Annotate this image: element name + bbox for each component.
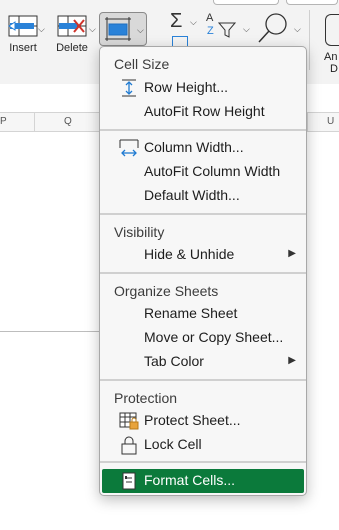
menu-item-autofit-row-height[interactable]: AutoFit Row Height (102, 100, 304, 124)
lock-icon (121, 436, 137, 455)
rename-sheet-label: Rename Sheet (144, 305, 238, 321)
sort-filter-icon[interactable]: A Z (206, 12, 242, 42)
column-separator[interactable] (307, 113, 308, 131)
menu-item-lock-cell[interactable]: Lock Cell (102, 433, 304, 457)
menu-separator (100, 379, 306, 381)
menu-separator (100, 272, 306, 274)
ribbon-top-control-2[interactable] (286, 0, 338, 5)
autofit-row-height-label: AutoFit Row Height (144, 103, 265, 119)
sort-a-label: A (206, 12, 214, 24)
submenu-arrow-icon: ▶ (288, 248, 296, 259)
menu-separator (100, 213, 306, 215)
format-cells-dialog-icon (122, 472, 136, 490)
filter-icon (218, 22, 236, 38)
move-copy-sheet-label: Move or Copy Sheet... (144, 329, 284, 345)
analyze-label-1: An (324, 51, 338, 63)
format-dropdown-menu: Cell Size Row Height... AutoFit Row Heig… (99, 46, 307, 496)
autofit-column-width-label: AutoFit Column Width (144, 163, 281, 179)
column-header-q[interactable]: Q (64, 116, 72, 127)
delete-label: Delete (56, 42, 88, 54)
format-cells-label: Format Cells... (144, 472, 236, 488)
menu-item-row-height[interactable]: Row Height... (102, 76, 304, 100)
format-chevron-down-icon: ⌵ (137, 25, 144, 35)
submenu-arrow-icon: ▶ (288, 355, 296, 366)
analyze-data-icon[interactable] (325, 14, 339, 46)
insert-chevron-down-icon[interactable]: ⌵ (38, 24, 45, 35)
menu-item-default-width[interactable]: Default Width... (102, 184, 304, 208)
menu-separator (100, 129, 306, 131)
column-width-label: Column Width... (144, 139, 244, 155)
find-chevron-down-icon[interactable]: ⌵ (294, 24, 301, 35)
cell-size-header: Cell Size (114, 56, 170, 72)
find-search-icon[interactable] (256, 12, 290, 46)
menu-separator (100, 461, 306, 463)
menu-item-autofit-column-width[interactable]: AutoFit Column Width (102, 160, 304, 184)
delete-chevron-down-icon[interactable]: ⌵ (89, 24, 96, 35)
menu-item-protect-sheet[interactable]: Protect Sheet... (102, 409, 304, 433)
sort-chevron-down-icon[interactable]: ⌵ (243, 24, 250, 35)
autosum-icon[interactable]: Σ (170, 10, 182, 33)
ribbon-divider (309, 10, 310, 70)
lock-cell-label: Lock Cell (144, 436, 202, 452)
insert-cells-icon (8, 15, 38, 37)
analyze-label-2: D (330, 63, 338, 75)
sort-z-label: Z (207, 25, 214, 37)
tab-color-label: Tab Color (144, 353, 204, 369)
delete-cells-icon (57, 15, 87, 37)
hide-unhide-label: Hide & Unhide (144, 246, 235, 262)
insert-label: Insert (9, 42, 37, 54)
protection-header: Protection (114, 390, 178, 406)
menu-item-rename-sheet[interactable]: Rename Sheet (102, 302, 304, 326)
row-height-label: Row Height... (144, 79, 229, 95)
delete-button[interactable]: Delete (50, 14, 94, 54)
menu-item-format-cells[interactable]: Format Cells... (102, 469, 304, 493)
menu-item-hide-unhide[interactable]: Hide & Unhide ▶ (102, 243, 304, 267)
row-height-icon (122, 79, 136, 97)
column-separator[interactable] (34, 113, 35, 131)
default-width-label: Default Width... (144, 187, 240, 203)
menu-item-column-width[interactable]: Column Width... (102, 136, 304, 160)
ribbon-top-control[interactable] (213, 0, 279, 5)
visibility-header: Visibility (114, 224, 165, 240)
menu-item-move-copy-sheet[interactable]: Move or Copy Sheet... (102, 326, 304, 350)
sheet-grid-line (0, 331, 100, 332)
autosum-chevron-down-icon[interactable]: ⌵ (190, 17, 197, 28)
column-header-u[interactable]: U (327, 116, 334, 127)
protect-sheet-label: Protect Sheet... (144, 412, 241, 428)
column-header-p[interactable]: P (0, 116, 7, 127)
organize-sheets-header: Organize Sheets (114, 283, 219, 299)
menu-item-tab-color[interactable]: Tab Color ▶ (102, 350, 304, 374)
format-cells-icon (105, 17, 131, 41)
protect-sheet-icon (119, 412, 139, 430)
column-width-icon (119, 139, 139, 157)
format-button[interactable]: ⌵ (99, 12, 147, 46)
